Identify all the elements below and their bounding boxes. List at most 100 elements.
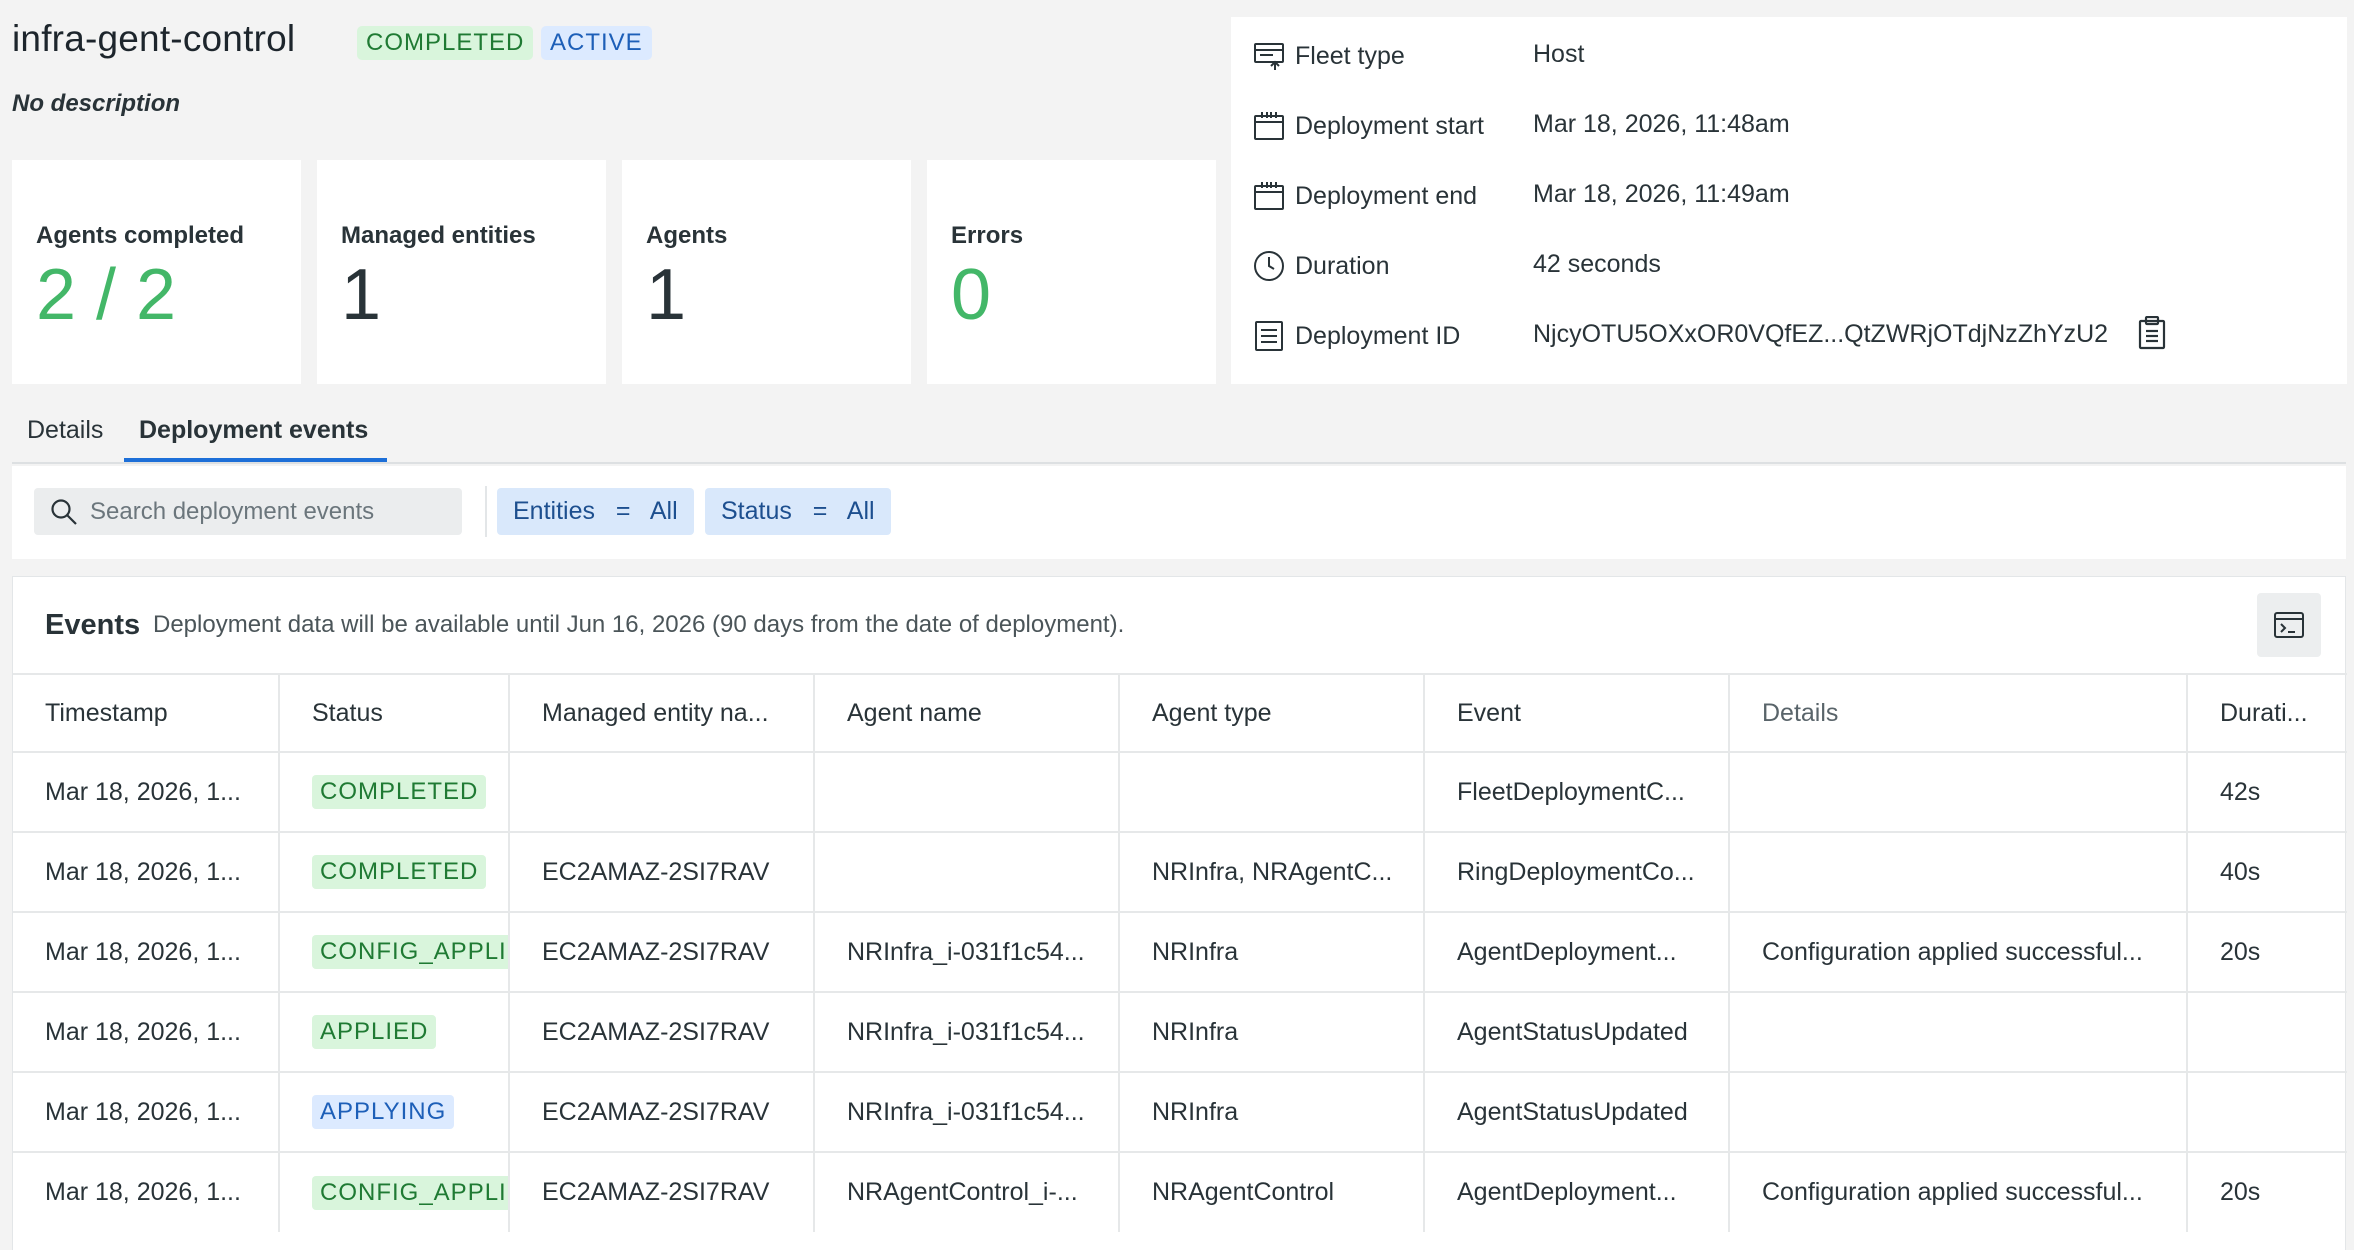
cell-duration: 20s: [2187, 911, 2347, 992]
info-value: NjcyOTU5OXxOR0VQfEZ...QtZWRjOTdjNzZhYzU2: [1533, 320, 2109, 348]
column-header-duration[interactable]: Durati...: [2187, 673, 2347, 752]
cell-agent-type: NRAgentControl: [1119, 1151, 1425, 1232]
page-title: infra-gent-control: [12, 18, 296, 59]
cell-agent-name: NRInfra_i-031f1c54...: [814, 911, 1120, 992]
info-row-deployment-id: Deployment ID NjcyOTU5OXxOR0VQfEZ...QtZW…: [1253, 316, 2333, 356]
cell-details: [1729, 831, 2188, 912]
column-header-timestamp[interactable]: Timestamp: [13, 673, 280, 752]
column-header-details[interactable]: Details: [1729, 673, 2188, 752]
table-row[interactable]: Mar 18, 2026, 1... APPLYING EC2AMAZ-2SI7…: [13, 1071, 2347, 1152]
active-tab-indicator: [124, 458, 387, 462]
column-header-status[interactable]: Status: [279, 673, 510, 752]
tab-deployment-events[interactable]: Deployment events: [139, 416, 368, 445]
cell-managed-entity: EC2AMAZ-2SI7RAV: [509, 991, 815, 1072]
cell-agent-type: NRInfra: [1119, 991, 1425, 1072]
cell-timestamp: Mar 18, 2026, 1...: [13, 991, 280, 1072]
search-input[interactable]: [90, 494, 450, 530]
cell-agent-type: [1119, 751, 1425, 832]
copy-clipboard-icon[interactable]: [2137, 316, 2167, 350]
events-table: Timestamp Status Managed entity na... Ag…: [13, 673, 2347, 1232]
cell-duration: [2187, 991, 2347, 1072]
stat-card-managed-entities: Managed entities 1: [317, 160, 606, 384]
info-key: Deployment end: [1295, 182, 1478, 210]
info-value: 42 seconds: [1533, 250, 1661, 278]
stat-label: Managed entities: [341, 222, 536, 249]
stat-value: 2 / 2: [36, 255, 177, 335]
info-row-deployment-start: Deployment start Mar 18, 2026, 11:48am: [1253, 106, 2333, 146]
column-header-agent-type[interactable]: Agent type: [1119, 673, 1425, 752]
status-tag: CONFIG_APPLIED: [312, 1175, 507, 1210]
status-tag: COMPLETED: [312, 775, 487, 809]
column-header-managed-entity[interactable]: Managed entity na...: [509, 673, 815, 752]
filter-bar: Entities = All Status = All: [12, 466, 2346, 559]
tab-divider: [12, 462, 2346, 464]
info-key: Deployment ID: [1295, 322, 1461, 350]
document-icon: [1255, 321, 1283, 351]
stat-card-errors: Errors 0: [927, 160, 1216, 384]
stat-value: 0: [951, 255, 992, 335]
stat-card-agents: Agents 1: [622, 160, 911, 384]
cell-status: COMPLETED: [279, 831, 510, 912]
cell-duration: 40s: [2187, 831, 2347, 912]
cell-details: [1729, 1071, 2188, 1152]
info-key: Deployment start: [1295, 112, 1484, 140]
search-icon: [51, 499, 77, 525]
info-value: Mar 18, 2026, 11:48am: [1533, 110, 1790, 138]
cell-event: AgentDeployment...: [1424, 911, 1730, 992]
cell-agent-type: NRInfra: [1119, 1071, 1425, 1152]
calendar-icon: [1254, 112, 1284, 140]
table-row[interactable]: Mar 18, 2026, 1... APPLIED EC2AMAZ-2SI7R…: [13, 991, 2347, 1072]
stat-card-agents-completed: Agents completed 2 / 2: [12, 160, 301, 384]
tab-details[interactable]: Details: [27, 416, 103, 445]
cell-managed-entity: EC2AMAZ-2SI7RAV: [509, 1151, 815, 1232]
cell-status: CONFIG_APPLIED: [279, 1151, 510, 1232]
query-console-button[interactable]: [2257, 593, 2321, 657]
cell-event: AgentDeployment...: [1424, 1151, 1730, 1232]
search-box[interactable]: [34, 488, 462, 535]
cell-event: AgentStatusUpdated: [1424, 991, 1730, 1072]
table-row[interactable]: Mar 18, 2026, 1... CONFIG_APPLIED EC2AMA…: [13, 911, 2347, 992]
cell-timestamp: Mar 18, 2026, 1...: [13, 751, 280, 832]
status-badge-completed: COMPLETED: [357, 26, 534, 60]
cell-status: CONFIG_APPLIED: [279, 911, 510, 992]
cell-timestamp: Mar 18, 2026, 1...: [13, 1071, 280, 1152]
table-row[interactable]: Mar 18, 2026, 1... CONFIG_APPLIED EC2AMA…: [13, 1151, 2347, 1232]
cell-agent-name: NRInfra_i-031f1c54...: [814, 1071, 1120, 1152]
calendar-icon: [1254, 182, 1284, 210]
cell-event: FleetDeploymentC...: [1424, 751, 1730, 832]
column-header-agent-name[interactable]: Agent name: [814, 673, 1120, 752]
cell-duration: [2187, 1071, 2347, 1152]
table-row[interactable]: Mar 18, 2026, 1... COMPLETED EC2AMAZ-2SI…: [13, 831, 2347, 912]
info-row-fleet-type: Fleet type Host: [1253, 36, 2333, 76]
cell-agent-type: NRInfra, NRAgentC...: [1119, 831, 1425, 912]
cell-timestamp: Mar 18, 2026, 1...: [13, 911, 280, 992]
cell-event: RingDeploymentCo...: [1424, 831, 1730, 912]
terminal-icon: [2274, 612, 2304, 638]
cell-status: APPLIED: [279, 991, 510, 1072]
table-row[interactable]: Mar 18, 2026, 1... COMPLETED FleetDeploy…: [13, 751, 2347, 832]
info-value: Mar 18, 2026, 11:49am: [1533, 180, 1790, 208]
column-header-event[interactable]: Event: [1424, 673, 1730, 752]
events-title: Events: [45, 609, 141, 641]
cell-timestamp: Mar 18, 2026, 1...: [13, 831, 280, 912]
status-filter-chip[interactable]: Status = All: [705, 488, 891, 535]
table-header-row: Timestamp Status Managed entity na... Ag…: [13, 673, 2347, 752]
status-tag: CONFIG_APPLIED: [312, 935, 507, 969]
cell-details: Configuration applied successful...: [1729, 1151, 2188, 1232]
info-key: Fleet type: [1295, 42, 1405, 70]
info-row-duration: Duration 42 seconds: [1253, 246, 2333, 286]
cell-agent-name: NRInfra_i-031f1c54...: [814, 991, 1120, 1072]
filter-separator: [485, 486, 487, 537]
fleet-icon: [1254, 43, 1284, 70]
cell-details: [1729, 751, 2188, 832]
cell-timestamp: Mar 18, 2026, 1...: [13, 1151, 280, 1232]
clock-icon: [1254, 251, 1284, 281]
entities-filter-chip[interactable]: Entities = All: [497, 488, 694, 535]
deployment-info-panel: Fleet type Host Deployment start Mar 18,…: [1231, 17, 2347, 384]
stat-value: 1: [646, 255, 687, 335]
cell-event: AgentStatusUpdated: [1424, 1071, 1730, 1152]
stat-label: Agents: [646, 222, 728, 249]
cell-agent-name: NRAgentControl_i-...: [814, 1151, 1120, 1232]
cell-duration: 20s: [2187, 1151, 2347, 1232]
info-key: Duration: [1295, 252, 1390, 280]
